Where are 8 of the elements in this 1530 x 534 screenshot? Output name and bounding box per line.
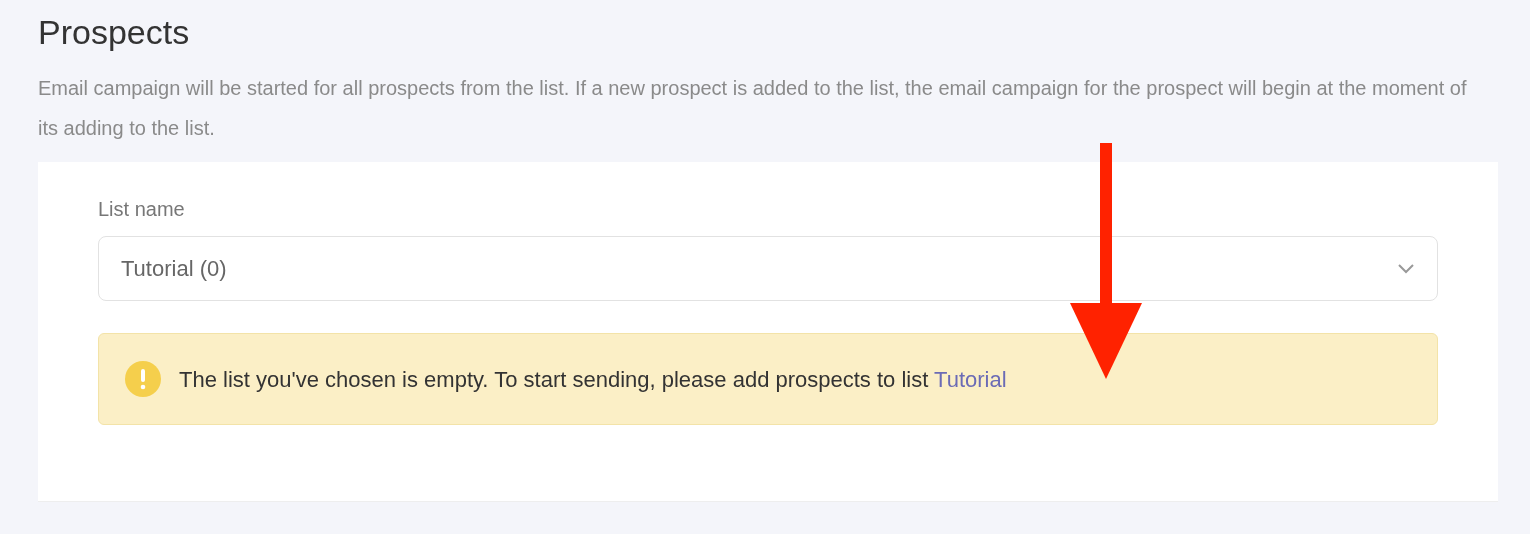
list-link[interactable]: Tutorial: [934, 366, 1007, 392]
page-description: Email campaign will be started for all prospects from the list. If a new prospect is added to the list, the email campaign for the prospect will begin at the moment of its adding to the list.: [38, 76, 1468, 141]
list-select[interactable]: Tutorial (0): [98, 236, 1438, 301]
chevron-down-icon: [1397, 262, 1415, 275]
exclamation-icon: [125, 361, 161, 397]
warning-message: The list you've chosen is empty. To start sending, please add prospects to list Tutorial: [179, 365, 1007, 394]
field-label: List name: [98, 197, 186, 222]
page-title: Prospects: [38, 12, 191, 53]
